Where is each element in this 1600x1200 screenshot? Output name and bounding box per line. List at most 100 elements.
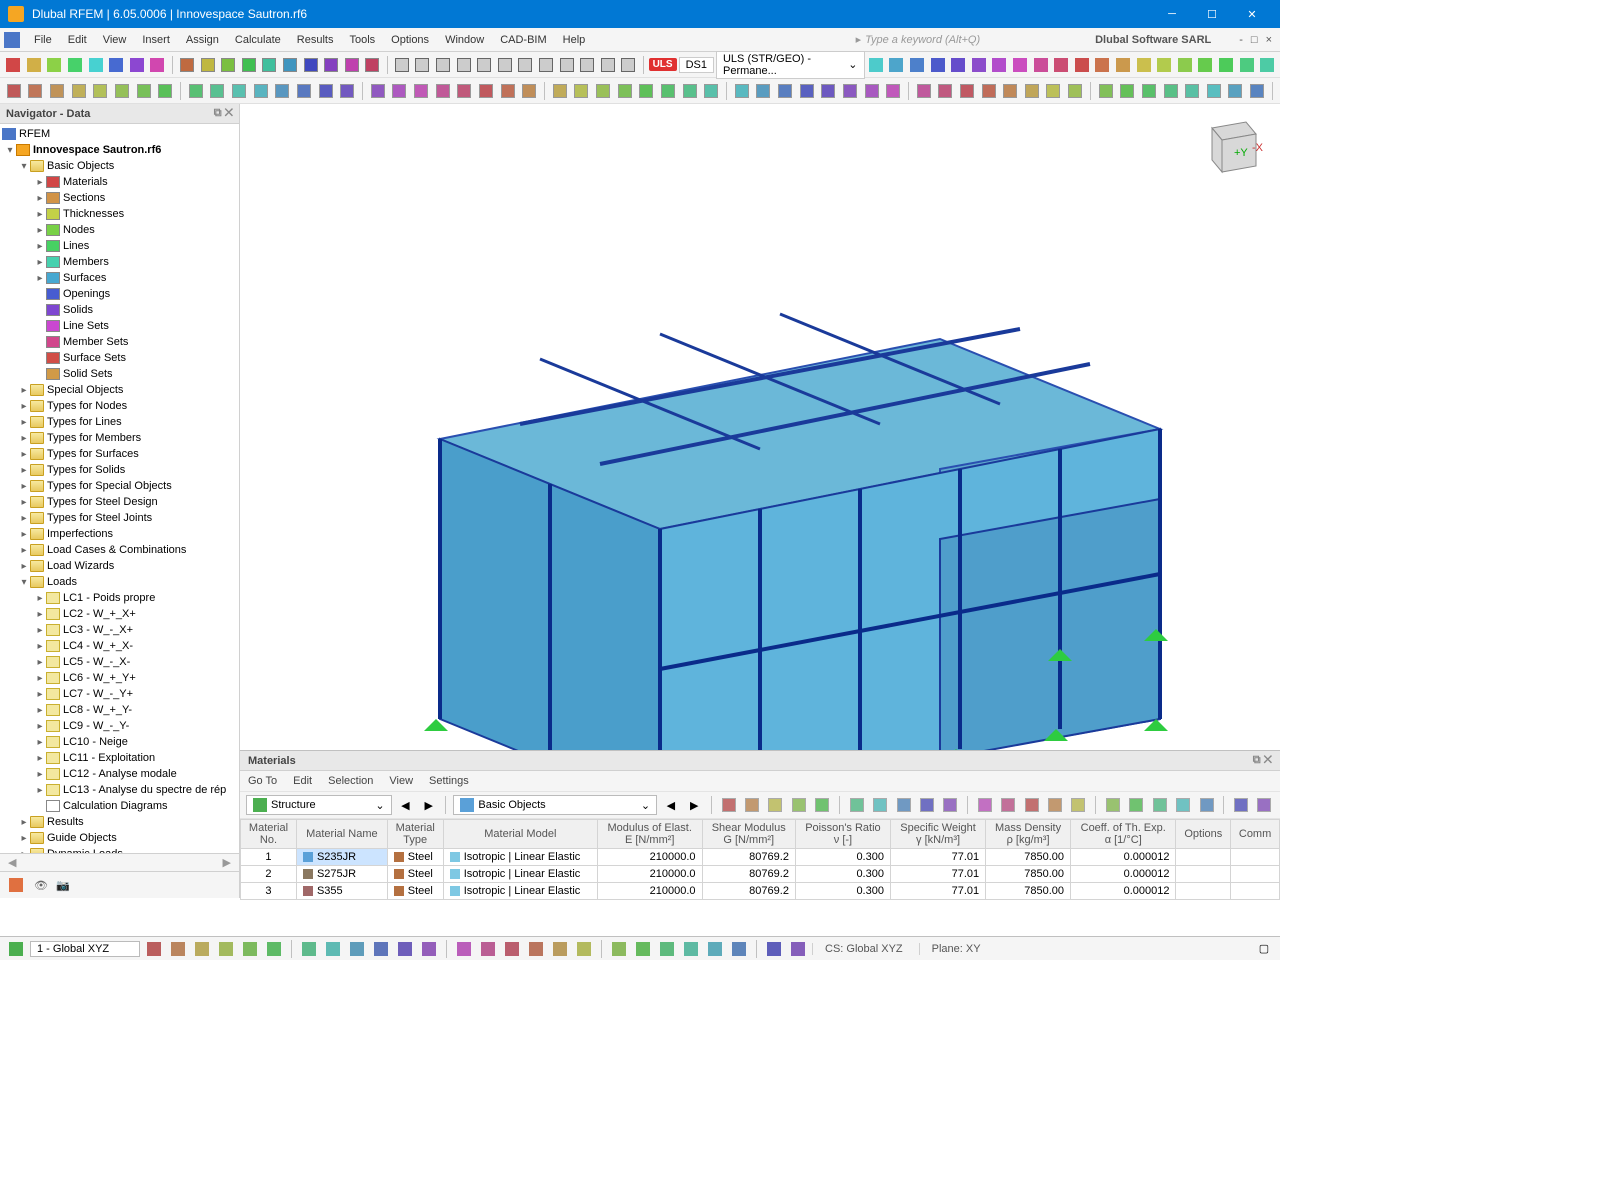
- bptb-8[interactable]: [917, 795, 936, 815]
- menu-edit[interactable]: Edit: [60, 28, 95, 52]
- tb2-btn-16[interactable]: [368, 81, 388, 101]
- col-header[interactable]: Modulus of Elast.E [N/mm²]: [597, 820, 702, 849]
- material-row[interactable]: 3 S355 Steel Isotropic | Linear Elastic …: [241, 883, 1280, 900]
- tb1-btn-2[interactable]: [45, 55, 64, 75]
- sb-btn-22[interactable]: [705, 939, 725, 959]
- tb1-btn-b0[interactable]: [178, 55, 197, 75]
- tb2-btn-32[interactable]: [732, 81, 752, 101]
- bptb-9[interactable]: [941, 795, 960, 815]
- tb1-btn-d16[interactable]: [1196, 55, 1215, 75]
- bpm-view[interactable]: View: [389, 775, 413, 787]
- sb-btn-4[interactable]: [240, 939, 260, 959]
- sb-btn-10[interactable]: [395, 939, 415, 959]
- tree-basic-objects[interactable]: ▾Basic Objects: [0, 158, 239, 174]
- tree-folder-types-for-solids[interactable]: ▸Types for Solids: [0, 462, 239, 478]
- tb2-btn-28[interactable]: [636, 81, 656, 101]
- menu-insert[interactable]: Insert: [134, 28, 178, 52]
- bptb-4[interactable]: [813, 795, 832, 815]
- col-header[interactable]: Poisson's Ratioν [-]: [795, 820, 890, 849]
- tree-item-materials[interactable]: ▸Materials: [0, 174, 239, 190]
- tb1-btn-b4[interactable]: [260, 55, 279, 75]
- tb1-btn-c10[interactable]: [598, 55, 617, 75]
- tb2-btn-21[interactable]: [476, 81, 496, 101]
- tb2-btn-54[interactable]: [1226, 81, 1246, 101]
- tree-folder-special-objects[interactable]: ▸Special Objects: [0, 382, 239, 398]
- tb2-btn-0[interactable]: [4, 81, 24, 101]
- tree-load-lc5[interactable]: ▸LC5 - W_-_X-: [0, 654, 239, 670]
- tb2-btn-5[interactable]: [112, 81, 132, 101]
- bptb-18[interactable]: [1173, 795, 1192, 815]
- tb2-btn-48[interactable]: [1096, 81, 1116, 101]
- tree-tail-results[interactable]: ▸Results: [0, 814, 239, 830]
- tb1-btn-6[interactable]: [128, 55, 147, 75]
- eye-icon[interactable]: 👁: [34, 879, 48, 892]
- tb1-btn-b8[interactable]: [342, 55, 361, 75]
- tb1-btn-d11[interactable]: [1093, 55, 1112, 75]
- tb2-btn-40[interactable]: [914, 81, 934, 101]
- tb2-btn-45[interactable]: [1022, 81, 1042, 101]
- tb1-btn-d10[interactable]: [1072, 55, 1091, 75]
- col-header[interactable]: Specific Weightγ [kN/m³]: [890, 820, 985, 849]
- tb2-btn-38[interactable]: [862, 81, 882, 101]
- bptb-13[interactable]: [1045, 795, 1064, 815]
- tree-load-lc2[interactable]: ▸LC2 - W_+_X+: [0, 606, 239, 622]
- sb-btn-6[interactable]: [299, 939, 319, 959]
- sb-btn-14[interactable]: [502, 939, 522, 959]
- tree-load-lc6[interactable]: ▸LC6 - W_+_Y+: [0, 670, 239, 686]
- view-cube[interactable]: +Y -X: [1194, 116, 1264, 186]
- nav-pin-icon[interactable]: ⧉ ✕: [214, 107, 233, 120]
- tb1-btn-5[interactable]: [107, 55, 126, 75]
- structure-combo[interactable]: Structure⌄: [246, 795, 392, 815]
- tree-item-openings[interactable]: Openings: [0, 286, 239, 302]
- menu-file[interactable]: File: [26, 28, 60, 52]
- tb2-btn-31[interactable]: [701, 81, 721, 101]
- sb-btn-8[interactable]: [347, 939, 367, 959]
- coord-system-combo[interactable]: 1 - Global XYZ: [30, 941, 140, 957]
- sb-btn-3[interactable]: [216, 939, 236, 959]
- tb1-btn-d13[interactable]: [1134, 55, 1153, 75]
- tb1-btn-b6[interactable]: [301, 55, 320, 75]
- menu-tools[interactable]: Tools: [341, 28, 383, 52]
- tree-model[interactable]: ▾Innovespace Sautron.rf6: [0, 142, 239, 158]
- nav-scroll-right[interactable]: ▶: [217, 856, 237, 869]
- sb-btn-13[interactable]: [478, 939, 498, 959]
- tb2-btn-26[interactable]: [593, 81, 613, 101]
- tb1-btn-d6[interactable]: [990, 55, 1009, 75]
- tb2-btn-14[interactable]: [316, 81, 336, 101]
- tb1-btn-c11[interactable]: [619, 55, 638, 75]
- tree-item-line-sets[interactable]: Line Sets: [0, 318, 239, 334]
- tree-root[interactable]: RFEM: [0, 126, 239, 142]
- tb1-btn-b1[interactable]: [198, 55, 217, 75]
- tb1-btn-c1[interactable]: [413, 55, 432, 75]
- sb-btn0[interactable]: [6, 939, 26, 959]
- nav-scroll-left[interactable]: ◀: [2, 856, 22, 869]
- sb-btn-11[interactable]: [419, 939, 439, 959]
- tree-tail-dynamic-loads[interactable]: ▸Dynamic Loads: [0, 846, 239, 853]
- col-header[interactable]: Options: [1176, 820, 1231, 849]
- col-header[interactable]: Mass Densityρ [kg/m³]: [986, 820, 1071, 849]
- tb2-btn-44[interactable]: [1000, 81, 1020, 101]
- sb-btn-23[interactable]: [729, 939, 749, 959]
- tb1-btn-b5[interactable]: [281, 55, 300, 75]
- minimize-button[interactable]: ─: [1152, 0, 1192, 28]
- tree-folder-types-for-lines[interactable]: ▸Types for Lines: [0, 414, 239, 430]
- bptb-15[interactable]: [1103, 795, 1122, 815]
- tb1-btn-c8[interactable]: [557, 55, 576, 75]
- tb2-btn-22[interactable]: [498, 81, 518, 101]
- loadcase-combo[interactable]: ULS (STR/GEO) - Permane...⌄: [716, 51, 865, 79]
- tb1-btn-d1[interactable]: [887, 55, 906, 75]
- tb1-btn-c2[interactable]: [434, 55, 453, 75]
- bptb-11[interactable]: [998, 795, 1017, 815]
- tb2-btn-24[interactable]: [550, 81, 570, 101]
- menu-assign[interactable]: Assign: [178, 28, 227, 52]
- tb2-btn-42[interactable]: [957, 81, 977, 101]
- tb2-btn-41[interactable]: [936, 81, 956, 101]
- tree-item-thicknesses[interactable]: ▸Thicknesses: [0, 206, 239, 222]
- bpm-goto[interactable]: Go To: [248, 775, 277, 787]
- tree-folder-types-for-surfaces[interactable]: ▸Types for Surfaces: [0, 446, 239, 462]
- tb2-btn-50[interactable]: [1139, 81, 1159, 101]
- bptb-0[interactable]: [719, 795, 738, 815]
- sb-btn-18[interactable]: [609, 939, 629, 959]
- tb2-btn-8[interactable]: [186, 81, 206, 101]
- bpm-edit[interactable]: Edit: [293, 775, 312, 787]
